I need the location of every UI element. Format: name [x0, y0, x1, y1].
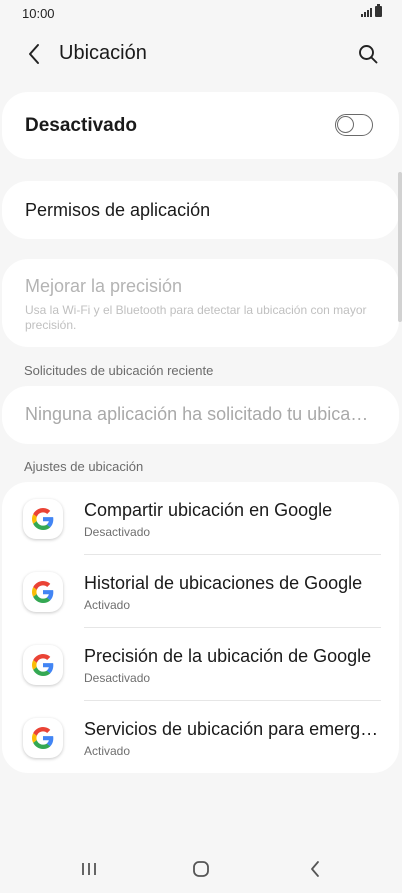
improve-accuracy-title: Mejorar la precisión: [25, 276, 183, 296]
home-button[interactable]: [181, 856, 221, 882]
setting-status: Desactivado: [84, 525, 151, 539]
search-button[interactable]: [354, 40, 382, 68]
scrollbar[interactable]: [398, 172, 402, 322]
recent-requests-card: Ninguna aplicación ha solicitado tu ubic…: [2, 386, 399, 444]
navigation-bar: [0, 848, 402, 888]
location-toggle[interactable]: [335, 114, 373, 136]
back-button[interactable]: [20, 40, 48, 68]
google-icon: [23, 645, 63, 685]
setting-status: Activado: [84, 598, 131, 612]
improve-accuracy-item: Mejorar la precisión Usa la Wi-Fi y el B…: [2, 259, 399, 347]
setting-google-location-sharing[interactable]: Compartir ubicación en Google Desactivad…: [2, 482, 399, 555]
recent-requests-section-label: Solicitudes de ubicación reciente: [24, 363, 214, 378]
chevron-left-icon: [311, 861, 319, 877]
master-switch-label: Desactivado: [25, 115, 137, 136]
setting-title: Precisión de la ubicación de Google: [84, 646, 372, 666]
page-title: Ubicación: [59, 42, 147, 64]
setting-google-location-history[interactable]: Historial de ubicaciones de Google Activ…: [2, 555, 399, 628]
setting-emergency-location-service[interactable]: Servicios de ubicación para emergencias …: [2, 701, 399, 774]
toggle-knob: [337, 116, 354, 133]
app-bar: Ubicación: [0, 34, 402, 76]
search-icon: [359, 45, 378, 64]
google-icon: [23, 572, 63, 612]
setting-title: Servicios de ubicación para emergencias: [84, 719, 379, 739]
recent-requests-empty-text: Ninguna aplicación ha solicitado tu ubic…: [25, 404, 375, 424]
recent-apps-button[interactable]: [69, 856, 109, 882]
location-settings-section-label: Ajustes de ubicación: [24, 459, 144, 474]
app-permissions-item[interactable]: Permisos de aplicación: [2, 181, 399, 239]
setting-google-location-accuracy[interactable]: Precisión de la ubicación de Google Desa…: [2, 628, 399, 701]
setting-title: Historial de ubicaciones de Google: [84, 573, 363, 593]
status-time: 10:00: [22, 6, 55, 21]
improve-accuracy-subtitle: Usa la Wi-Fi y el Bluetooth para detecta…: [25, 303, 367, 332]
status-icons: [361, 4, 382, 17]
home-icon: [193, 861, 209, 877]
battery-icon: [375, 4, 382, 17]
location-settings-card: Compartir ubicación en Google Desactivad…: [2, 482, 399, 773]
setting-status: Desactivado: [84, 671, 151, 685]
chevron-left-icon: [29, 44, 39, 64]
setting-status: Activado: [84, 744, 131, 758]
setting-title: Compartir ubicación en Google: [84, 500, 333, 520]
location-master-switch[interactable]: Desactivado: [2, 92, 399, 159]
google-icon: [23, 718, 63, 758]
status-bar: 10:00: [0, 0, 402, 26]
recent-apps-icon: [82, 863, 96, 875]
google-icon: [23, 499, 63, 539]
app-permissions-label: Permisos de aplicación: [25, 200, 211, 220]
signal-icon: [361, 7, 372, 17]
nav-back-button[interactable]: [295, 856, 335, 882]
